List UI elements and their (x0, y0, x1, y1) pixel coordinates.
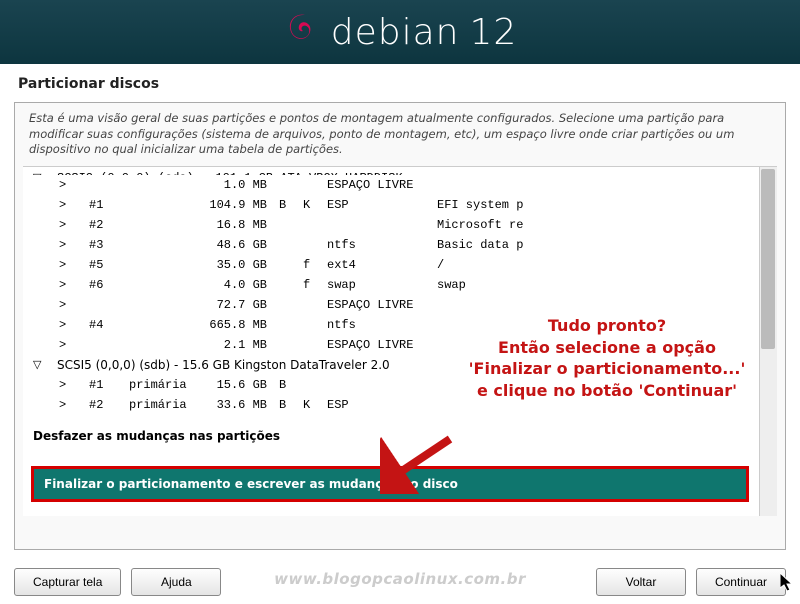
finalize-partitioning-option[interactable]: Finalizar o particionamento e escrever a… (31, 466, 749, 502)
scrollbar-thumb[interactable] (761, 169, 775, 349)
chevron-down-icon: ▽ (33, 358, 57, 371)
partition-row[interactable]: >#348.6 GBntfsBasic data p (23, 235, 777, 255)
debian-swirl-icon (283, 9, 323, 56)
continue-button[interactable]: Continuar (696, 568, 786, 596)
partition-row[interactable]: >#4665.8 MBntfs (23, 315, 777, 335)
intro-text: Esta é uma visão geral de suas partições… (23, 111, 777, 164)
header-brand: debian12 (331, 12, 518, 53)
partition-row[interactable]: >#1primária15.6 GBB (23, 375, 777, 395)
main-content: Esta é uma visão geral de suas partições… (14, 102, 786, 550)
partition-list[interactable]: ▽SCSI2 (0,0,0) (sda) - 101.1 GB ATA VBOX… (23, 166, 777, 516)
disk-header[interactable]: ▽SCSI5 (0,0,0) (sdb) - 15.6 GB Kingston … (23, 355, 777, 375)
button-bar: Capturar tela Ajuda Voltar Continuar (0, 560, 800, 604)
back-button[interactable]: Voltar (596, 568, 686, 596)
partition-row[interactable]: >#1104.9 MBBKESPEFI system p (23, 195, 777, 215)
help-button[interactable]: Ajuda (131, 568, 221, 596)
undo-changes-option[interactable]: Desfazer as mudanças nas partições (23, 423, 777, 445)
scrollbar[interactable] (759, 167, 777, 516)
partition-row[interactable]: >#2primária33.6 MBBKESP (23, 395, 777, 415)
partition-row[interactable]: >1.0 MBESPAÇO LIVRE (23, 175, 777, 195)
page-title: Particionar discos (0, 64, 800, 98)
partition-row[interactable]: >2.1 MBESPAÇO LIVRE (23, 335, 777, 355)
partition-row[interactable]: >72.7 GBESPAÇO LIVRE (23, 295, 777, 315)
screenshot-button[interactable]: Capturar tela (14, 568, 121, 596)
partition-row[interactable]: >#64.0 GBfswapswap (23, 275, 777, 295)
installer-header: debian12 (0, 0, 800, 64)
partition-row[interactable]: >#535.0 GBfext4/ (23, 255, 777, 275)
disk-label: SCSI5 (0,0,0) (sdb) - 15.6 GB Kingston D… (57, 358, 390, 372)
partition-row[interactable]: >#216.8 MBMicrosoft re (23, 215, 777, 235)
